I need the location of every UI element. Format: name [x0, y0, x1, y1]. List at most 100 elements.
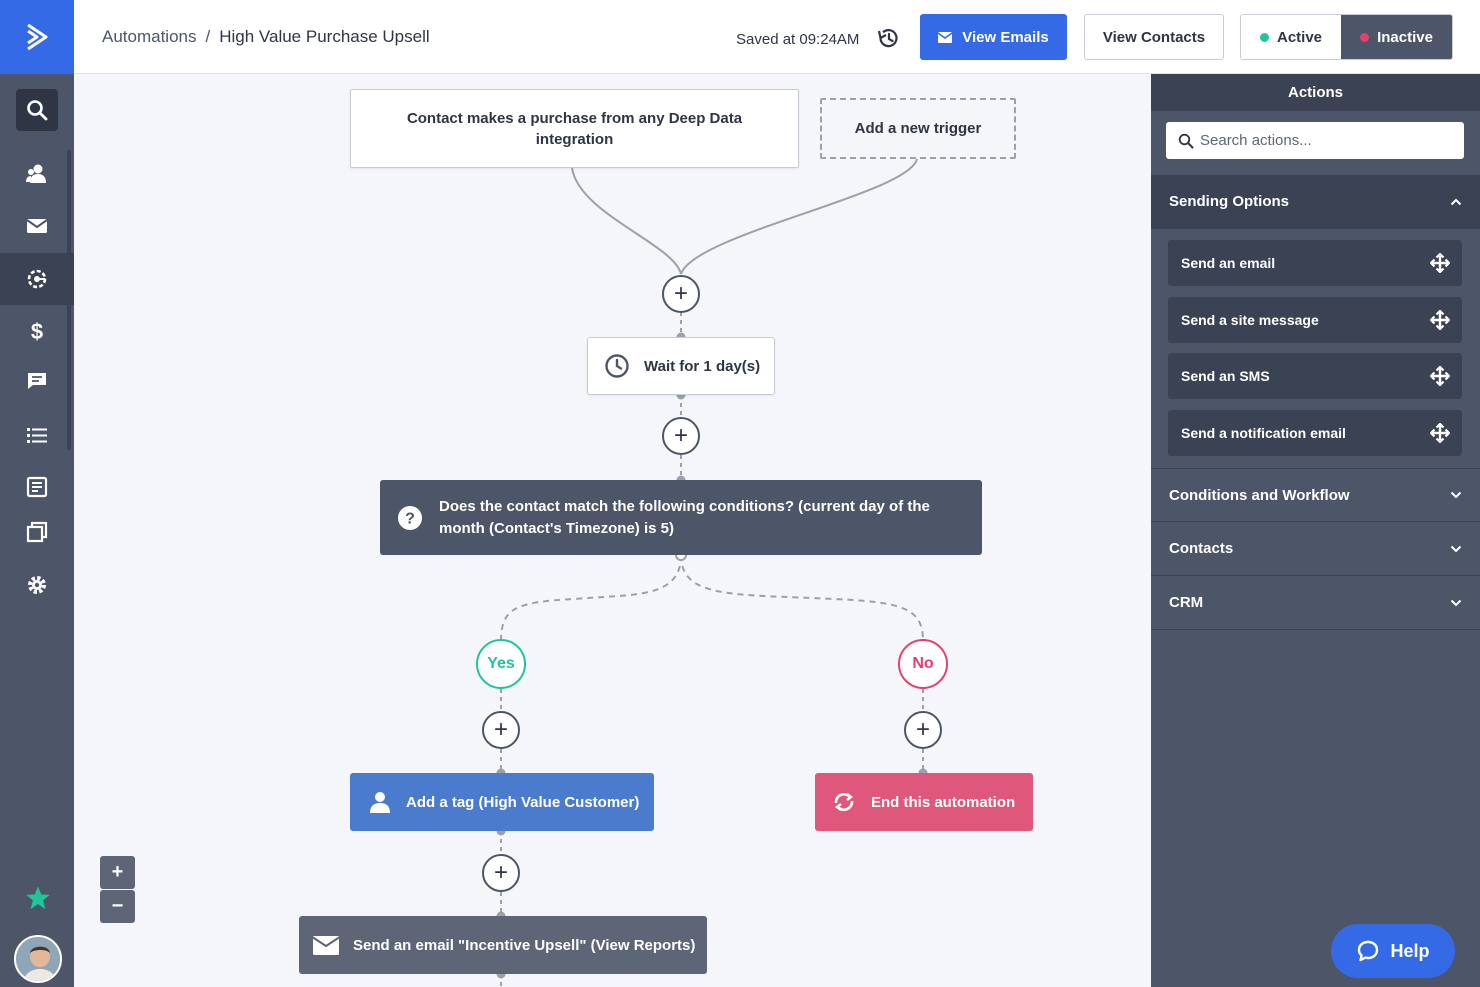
view-emails-button[interactable]: View Emails [920, 14, 1067, 60]
clock-icon [605, 354, 629, 378]
add-step-button[interactable]: + [662, 275, 700, 313]
nav-lists-button[interactable] [0, 410, 74, 462]
breadcrumb-separator: / [205, 27, 211, 46]
action-send-email[interactable]: Send an email [1168, 240, 1462, 286]
nav-contacts-button[interactable] [0, 148, 74, 200]
drag-move-icon[interactable] [1430, 366, 1450, 386]
svg-text:$: $ [31, 319, 43, 343]
user-tag-icon [370, 792, 390, 813]
nav-scrollbar[interactable] [67, 150, 71, 450]
search-actions-input[interactable] [1200, 132, 1450, 149]
section-label: Contacts [1169, 540, 1234, 557]
condition-step-label: Does the contact match the following con… [439, 497, 930, 537]
inactive-toggle-button[interactable]: Inactive [1341, 15, 1452, 59]
action-send-site-message[interactable]: Send a site message [1168, 297, 1462, 343]
history-icon[interactable] [876, 26, 900, 50]
drag-move-icon[interactable] [1430, 310, 1450, 330]
nav-pages-button[interactable] [0, 506, 74, 558]
add-new-trigger-button[interactable]: Add a new trigger [820, 98, 1016, 159]
zoom-out-button[interactable]: − [100, 890, 135, 923]
chevron-up-icon [1450, 198, 1462, 205]
wait-step-label: Wait for 1 day(s) [644, 357, 761, 375]
wait-step-node[interactable]: Wait for 1 day(s) [587, 337, 775, 395]
automation-name[interactable]: High Value Purchase Upsell [219, 27, 429, 46]
automation-canvas[interactable]: Contact makes a purchase from any Deep D… [74, 74, 1151, 987]
view-contacts-button[interactable]: View Contacts [1084, 14, 1224, 60]
add-step-button[interactable]: + [482, 854, 520, 892]
section-contacts[interactable]: Contacts [1151, 522, 1480, 576]
star-icon[interactable] [24, 884, 52, 912]
envelope-icon [313, 935, 339, 955]
help-label: Help [1390, 940, 1430, 961]
chevron-down-icon [1450, 491, 1462, 499]
condition-step-node[interactable]: ? Does the contact match the following c… [380, 480, 982, 555]
saved-status: Saved at 09:24AM [736, 31, 860, 48]
breadcrumb: Automations / High Value Purchase Upsell [102, 27, 430, 47]
top-bar: Automations / High Value Purchase Upsell S… [74, 0, 1480, 74]
envelope-icon [26, 219, 48, 233]
section-label: CRM [1169, 594, 1204, 611]
send-email-step-node[interactable]: Send an email "Incentive Upsell" (View R… [299, 916, 707, 974]
active-label: Active [1277, 28, 1323, 46]
add-step-button[interactable]: + [904, 711, 942, 749]
dollar-icon: $ [31, 319, 43, 343]
svg-text:?: ? [405, 510, 415, 527]
action-label: Send an SMS [1181, 368, 1270, 384]
section-sending-options[interactable]: Sending Options [1151, 175, 1480, 229]
active-toggle-button[interactable]: Active [1241, 15, 1342, 59]
breadcrumb-automations-link[interactable]: Automations [102, 27, 197, 46]
yes-branch-label: Yes [476, 639, 526, 689]
nav-automations-button[interactable] [0, 253, 74, 305]
action-label: Send a site message [1181, 312, 1319, 328]
send-email-step-label: Send an email "Incentive Upsell" (View R… [353, 936, 696, 954]
automations-gear-icon [27, 269, 47, 289]
gear-icon [28, 576, 46, 594]
user-avatar[interactable] [14, 935, 62, 983]
actions-panel: Actions Sending Options Send an email Se… [1151, 74, 1480, 987]
chat-icon [28, 373, 46, 389]
section-label: Sending Options [1169, 193, 1289, 210]
nav-search-button[interactable] [16, 89, 58, 131]
add-tag-step-node[interactable]: Add a tag (High Value Customer) [350, 773, 654, 831]
inactive-dot [1360, 32, 1370, 42]
drag-move-icon[interactable] [1430, 423, 1450, 443]
inactive-label: Inactive [1377, 28, 1433, 46]
pages-icon [26, 521, 48, 543]
nav-deals-button[interactable]: $ [0, 305, 74, 357]
envelope-icon [938, 31, 953, 43]
action-label: Send an email [1181, 255, 1276, 271]
chat-bubble-icon [1358, 940, 1379, 962]
nav-conversations-button[interactable] [0, 355, 74, 407]
section-conditions-workflow[interactable]: Conditions and Workflow [1151, 468, 1480, 522]
view-emails-label: View Emails [962, 28, 1049, 46]
refresh-icon [834, 792, 854, 812]
question-icon: ? [398, 505, 422, 530]
end-automation-step-label: End this automation [871, 793, 1016, 811]
status-toggle: Active Inactive [1240, 14, 1453, 60]
add-step-button[interactable]: + [662, 417, 700, 455]
add-tag-step-label: Add a tag (High Value Customer) [406, 793, 640, 811]
no-branch-label: No [898, 639, 948, 689]
add-step-button[interactable]: + [482, 711, 520, 749]
chevron-down-icon [1450, 545, 1462, 552]
form-icon [26, 476, 48, 498]
left-navigation: $ [0, 0, 74, 987]
nav-campaigns-button[interactable] [0, 200, 74, 252]
action-label: Send a notification email [1181, 425, 1346, 441]
nav-settings-button[interactable] [0, 559, 74, 611]
drag-move-icon[interactable] [1430, 253, 1450, 273]
search-icon [1178, 133, 1194, 148]
action-send-sms[interactable]: Send an SMS [1168, 353, 1462, 399]
help-button[interactable]: Help [1331, 924, 1455, 978]
logo-chevron-icon [27, 23, 48, 51]
action-send-notification-email[interactable]: Send a notification email [1168, 410, 1462, 456]
trigger-purchase-node[interactable]: Contact makes a purchase from any Deep D… [350, 89, 799, 168]
search-actions-field[interactable] [1166, 122, 1464, 159]
app-logo[interactable] [0, 0, 74, 74]
list-icon [27, 428, 47, 443]
end-automation-step-node[interactable]: End this automation [815, 773, 1033, 831]
active-dot [1260, 32, 1269, 42]
zoom-in-button[interactable]: + [100, 856, 135, 889]
chevron-down-icon [1450, 599, 1462, 606]
section-crm[interactable]: CRM [1151, 576, 1480, 630]
